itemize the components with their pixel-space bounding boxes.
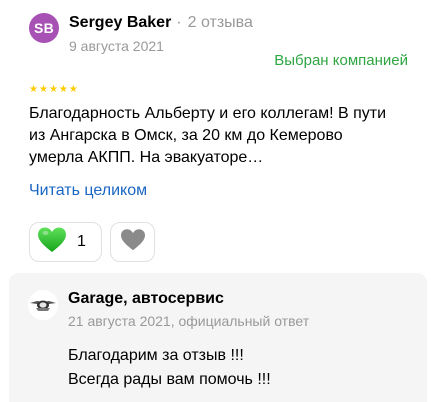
heart-outline-icon — [120, 228, 146, 257]
review-date: 9 августа 2021 — [69, 38, 164, 54]
read-more-link[interactable]: Читать целиком — [29, 182, 147, 200]
author-name[interactable]: Sergey Baker — [69, 14, 171, 32]
garage-logo-icon — [28, 290, 58, 320]
star-icon: ★ — [48, 84, 58, 95]
like-count: 1 — [77, 233, 86, 250]
reply-text-line: Благодарим за отзыв !!! — [68, 347, 244, 364]
separator-dot: · — [176, 14, 182, 31]
star-icon: ★ — [38, 84, 48, 95]
review-text: Благодарность Альберту и его коллегам! В… — [29, 105, 387, 166]
star-icon: ★ — [68, 84, 78, 95]
star-icon: ★ — [58, 84, 68, 95]
dislike-button[interactable] — [110, 222, 155, 262]
like-button[interactable]: 1 — [29, 222, 102, 262]
company-reply: Garage, автосервис 21 августа 2021, офиц… — [9, 273, 427, 402]
author-review-count: 2 отзыва — [187, 14, 253, 31]
chosen-by-company-badge: Выбран компанией — [274, 52, 408, 69]
reply-meta: 21 августа 2021, официальный ответ — [68, 313, 310, 329]
author-line: Sergey Baker · 2 отзыва — [69, 14, 253, 34]
heart-icon — [37, 226, 67, 259]
reply-company-name[interactable]: Garage, автосервис — [68, 290, 224, 308]
star-icon: ★ — [29, 84, 38, 95]
review-card: SB Sergey Baker · 2 отзыва 9 августа 202… — [0, 0, 436, 272]
reply-text-line: Всегда рады вам помочь !!! — [68, 371, 271, 388]
avatar[interactable]: SB — [29, 13, 59, 43]
rating-stars: ★ ★ ★ ★ ★ — [29, 85, 78, 95]
